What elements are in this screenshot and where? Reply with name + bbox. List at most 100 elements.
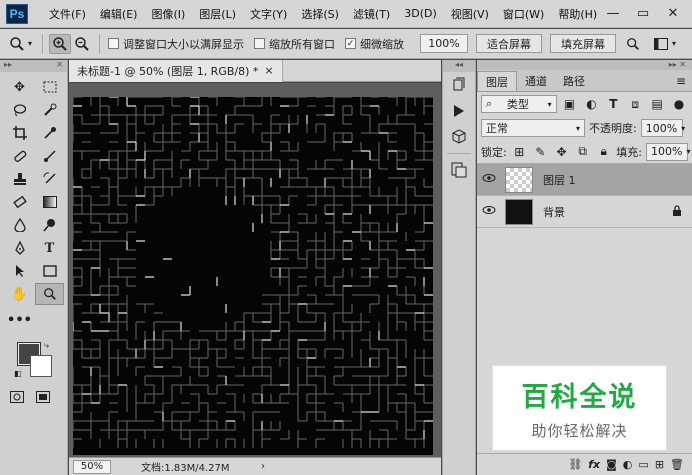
panel-grip[interactable]: ▸▸ ✕ bbox=[477, 60, 692, 70]
shape-filter-icon[interactable]: ⧈ bbox=[626, 97, 644, 112]
blur-tool-icon[interactable] bbox=[5, 214, 34, 236]
brush-tool-icon[interactable] bbox=[35, 145, 64, 167]
chevron-right-icon[interactable]: › bbox=[261, 461, 265, 472]
history-panel-icon[interactable] bbox=[443, 72, 475, 98]
restore-icon[interactable]: ▭ bbox=[636, 6, 650, 21]
type-filter-icon[interactable]: T bbox=[604, 97, 622, 111]
layer-row[interactable]: 图层 1 bbox=[477, 164, 692, 196]
background-color-swatch[interactable] bbox=[30, 355, 52, 377]
history-brush-tool-icon[interactable] bbox=[35, 168, 64, 190]
eyedropper-tool-icon[interactable] bbox=[35, 122, 64, 144]
adjustment-filter-icon[interactable]: ◐ bbox=[583, 97, 601, 111]
scrubby-zoom-checkbox[interactable]: ✓ 细微缩放 bbox=[345, 36, 404, 52]
zoom-level-field[interactable]: 50% bbox=[73, 459, 111, 474]
chevron-down-icon[interactable]: ▾ bbox=[672, 39, 676, 48]
layer-name[interactable]: 背景 bbox=[543, 204, 565, 220]
panel-grip[interactable]: ▸▸ ✕ bbox=[0, 60, 67, 72]
zoom-tool-icon[interactable] bbox=[35, 283, 64, 305]
search-icon[interactable] bbox=[622, 34, 644, 54]
resize-windows-checkbox[interactable]: 调整窗口大小以满屏显示 bbox=[108, 36, 244, 52]
eraser-tool-icon[interactable] bbox=[5, 191, 34, 213]
pen-tool-icon[interactable] bbox=[5, 237, 34, 259]
type-tool-icon[interactable]: T bbox=[35, 237, 64, 259]
document-tab[interactable]: 未标题-1 @ 50% (图层 1, RGB/8) * × bbox=[69, 59, 283, 82]
tab-paths[interactable]: 路径 bbox=[555, 71, 593, 91]
menu-type[interactable]: 文字(Y) bbox=[243, 6, 294, 22]
menu-image[interactable]: 图像(I) bbox=[144, 6, 192, 22]
canvas-workspace[interactable] bbox=[69, 83, 441, 457]
image-filter-icon[interactable]: ▣ bbox=[561, 97, 579, 111]
checkbox-box[interactable] bbox=[108, 38, 120, 49]
new-layer-icon[interactable]: ⊞ bbox=[655, 458, 664, 471]
menu-file[interactable]: 文件(F) bbox=[42, 6, 93, 22]
close-icon[interactable]: ✕ bbox=[666, 6, 680, 21]
screen-mode-icon[interactable] bbox=[36, 391, 50, 406]
tab-layers[interactable]: 图层 bbox=[477, 71, 517, 91]
hand-tool-icon[interactable]: ✋ bbox=[5, 283, 34, 305]
document-size-info[interactable]: 文档:1.83M/4.27M bbox=[141, 459, 230, 474]
more-tools-icon[interactable]: ••• bbox=[5, 309, 34, 331]
actions-play-icon[interactable] bbox=[443, 98, 475, 124]
link-layers-icon[interactable]: ⛓︎ bbox=[568, 458, 582, 471]
panel-menu-icon[interactable]: ≡ bbox=[676, 74, 686, 88]
lock-position-icon[interactable]: ✥ bbox=[553, 145, 570, 159]
fill-field[interactable]: 100% ▾ bbox=[645, 142, 690, 161]
properties-panel-icon[interactable] bbox=[443, 157, 475, 183]
adjustment-layer-icon[interactable]: ◐ bbox=[623, 458, 633, 471]
quick-select-tool-icon[interactable] bbox=[35, 99, 64, 121]
menu-view[interactable]: 视图(V) bbox=[444, 6, 496, 22]
image-canvas[interactable] bbox=[73, 97, 433, 455]
rectangle-tool-icon[interactable] bbox=[35, 260, 64, 282]
eye-icon[interactable] bbox=[477, 205, 501, 218]
menu-help[interactable]: 帮助(H) bbox=[551, 6, 604, 22]
chevron-down-icon[interactable]: ▾ bbox=[28, 39, 32, 48]
zoom-percent-field[interactable]: 100% bbox=[420, 34, 469, 53]
checkbox-box[interactable] bbox=[254, 38, 266, 49]
add-mask-icon[interactable]: ◙ bbox=[606, 458, 617, 471]
tab-channels[interactable]: 通道 bbox=[517, 71, 555, 91]
lock-artboard-icon[interactable]: ⧉ bbox=[574, 144, 591, 159]
menu-window[interactable]: 窗口(W) bbox=[496, 6, 551, 22]
eye-icon[interactable] bbox=[477, 173, 501, 186]
default-colors-icon[interactable]: ◧ bbox=[14, 369, 22, 378]
lock-image-icon[interactable]: ✎ bbox=[532, 145, 549, 159]
move-tool-icon[interactable]: ✥ bbox=[5, 76, 34, 98]
dodge-tool-icon[interactable] bbox=[35, 214, 64, 236]
delete-layer-icon[interactable]: 🗑︎ bbox=[670, 458, 684, 471]
fill-screen-button[interactable]: 填充屏幕 bbox=[550, 34, 617, 53]
workspace-icon[interactable] bbox=[650, 34, 672, 54]
filter-toggle-icon[interactable]: ● bbox=[670, 97, 688, 111]
fx-icon[interactable]: fx bbox=[588, 458, 600, 471]
layer-name[interactable]: 图层 1 bbox=[543, 172, 576, 188]
3d-panel-icon[interactable] bbox=[443, 124, 475, 150]
minimize-icon[interactable]: — bbox=[606, 6, 620, 21]
lock-all-icon[interactable]: 🔒︎ bbox=[595, 144, 612, 159]
checkmark-icon[interactable]: ✓ bbox=[345, 38, 357, 49]
panel-grip[interactable]: ◂◂ bbox=[443, 60, 475, 72]
clone-stamp-tool-icon[interactable] bbox=[5, 168, 34, 190]
swap-colors-icon[interactable]: ⤷ bbox=[44, 341, 49, 351]
zoom-out-icon[interactable] bbox=[71, 34, 93, 54]
menu-3d[interactable]: 3D(D) bbox=[397, 7, 444, 20]
filter-kind-select[interactable]: ⌕ 类型 ▾ bbox=[481, 95, 557, 113]
menu-edit[interactable]: 编辑(E) bbox=[93, 6, 145, 22]
menu-select[interactable]: 选择(S) bbox=[294, 6, 346, 22]
marquee-tool-icon[interactable] bbox=[35, 76, 64, 98]
crop-tool-icon[interactable] bbox=[5, 122, 34, 144]
path-select-tool-icon[interactable] bbox=[5, 260, 34, 282]
opacity-field[interactable]: 100% ▾ bbox=[640, 119, 685, 137]
zoom-in-icon[interactable] bbox=[49, 33, 72, 54]
blend-mode-select[interactable]: 正常 ▾ bbox=[481, 119, 585, 137]
layer-row[interactable]: 背景 bbox=[477, 196, 692, 228]
lasso-tool-icon[interactable] bbox=[5, 99, 34, 121]
healing-brush-tool-icon[interactable] bbox=[5, 145, 34, 167]
quick-mask-icon[interactable] bbox=[10, 391, 24, 406]
new-group-icon[interactable]: ▭ bbox=[638, 458, 648, 471]
zoom-tool-preset-icon[interactable] bbox=[6, 34, 28, 54]
menu-layer[interactable]: 图层(L) bbox=[192, 6, 243, 22]
lock-transparent-icon[interactable]: ⊞ bbox=[511, 145, 528, 159]
gradient-tool-icon[interactable] bbox=[35, 191, 64, 213]
zoom-all-windows-checkbox[interactable]: 缩放所有窗口 bbox=[254, 36, 335, 52]
smart-object-filter-icon[interactable]: ▤ bbox=[648, 97, 666, 111]
menu-filter[interactable]: 滤镜(T) bbox=[346, 6, 397, 22]
